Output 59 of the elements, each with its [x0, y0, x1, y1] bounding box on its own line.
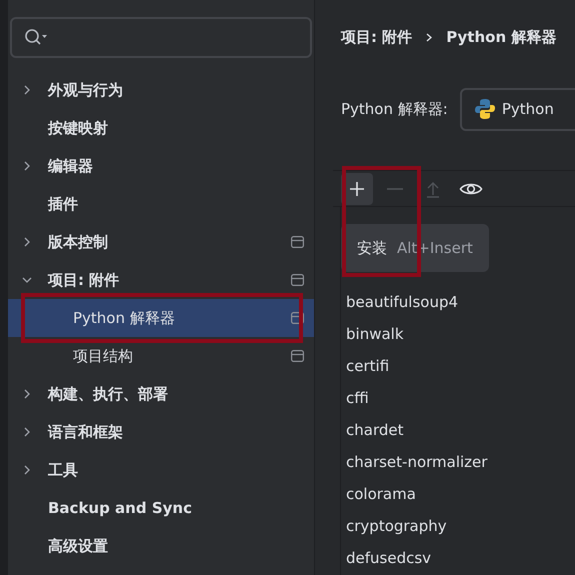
settings-category[interactable]: 外观与行为: [8, 71, 314, 109]
chevron-right-icon[interactable]: [22, 161, 32, 171]
interpreter-value: Python: [502, 98, 554, 120]
upload-arrow-icon: [424, 180, 442, 198]
category-label: 构建、执行、部署: [48, 384, 168, 405]
settings-category[interactable]: 工具: [8, 451, 314, 489]
category-label: 工具: [48, 460, 78, 481]
settings-category[interactable]: 编辑器: [8, 147, 314, 185]
settings-category[interactable]: 项目: 附件: [8, 261, 314, 299]
chevron-right-icon[interactable]: [22, 465, 32, 475]
category-label: 外观与行为: [48, 80, 123, 101]
package-name[interactable]: certifi: [346, 354, 390, 378]
plus-icon: [348, 180, 366, 198]
category-label: 语言和框架: [48, 422, 123, 443]
package-name[interactable]: colorama: [346, 482, 416, 506]
chevron-right-icon[interactable]: [22, 85, 32, 95]
project-scope-icon: [291, 312, 304, 324]
settings-subcategory[interactable]: 项目结构: [8, 337, 314, 375]
package-name[interactable]: beautifulsoup4: [346, 290, 458, 314]
chevron-down-icon[interactable]: [22, 275, 32, 285]
tooltip-label: 安装: [357, 238, 387, 259]
chevron-right-icon[interactable]: [22, 237, 32, 247]
project-scope-icon: [291, 274, 304, 286]
interpreter-label: Python 解释器:: [341, 98, 448, 120]
subcategory-label: 项目结构: [73, 346, 133, 367]
project-scope-icon: [291, 350, 304, 362]
project-scope-icon: [291, 236, 304, 248]
settings-category[interactable]: 版本控制: [8, 223, 314, 261]
search-field[interactable]: [10, 17, 312, 58]
category-label: 项目: 附件: [48, 270, 120, 291]
package-name[interactable]: cryptography: [346, 514, 447, 538]
settings-category[interactable]: 按键映射: [8, 109, 314, 147]
settings-category[interactable]: 语言和框架: [8, 413, 314, 451]
category-label: 按键映射: [48, 118, 108, 139]
minus-icon: [387, 188, 403, 190]
package-name[interactable]: charset-normalizer: [346, 450, 488, 474]
interpreter-dropdown[interactable]: Python: [460, 88, 575, 130]
package-name[interactable]: chardet: [346, 418, 404, 442]
subcategory-label: Python 解释器: [73, 308, 175, 329]
breadcrumb-separator-icon: [426, 33, 432, 42]
category-label: 高级设置: [48, 536, 108, 557]
search-icon: [24, 28, 48, 48]
settings-category[interactable]: 构建、执行、部署: [8, 375, 314, 413]
category-label: 插件: [48, 194, 78, 215]
package-name[interactable]: binwalk: [346, 322, 404, 346]
category-label: Backup and Sync: [48, 498, 192, 519]
package-name[interactable]: defusedcsv: [346, 546, 432, 570]
category-label: 版本控制: [48, 232, 108, 253]
settings-subcategory[interactable]: Python 解释器: [8, 299, 314, 337]
chevron-right-icon[interactable]: [22, 427, 32, 437]
breadcrumb-item: Python 解释器: [446, 27, 556, 48]
category-label: 编辑器: [48, 156, 93, 177]
settings-category[interactable]: 插件: [8, 185, 314, 223]
settings-category[interactable]: 高级设置: [8, 527, 314, 565]
package-name[interactable]: cffi: [346, 386, 369, 410]
python-logo-icon: [474, 98, 496, 120]
breadcrumb-item: 项目: 附件: [341, 27, 412, 48]
settings-category[interactable]: Backup and Sync: [8, 489, 314, 527]
chevron-right-icon[interactable]: [22, 389, 32, 399]
